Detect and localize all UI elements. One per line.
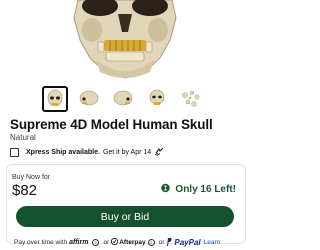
- thumbnail-strip: [42, 86, 242, 114]
- or-text-1: or: [103, 239, 110, 246]
- afterpay-logo: Afterpay: [119, 239, 146, 246]
- thumbnail-3[interactable]: [110, 86, 136, 112]
- affirm-logo: affirm: [69, 239, 89, 246]
- or-text-2: or: [158, 239, 165, 246]
- buy-or-bid-button[interactable]: Buy or Bid: [16, 206, 234, 227]
- delivery-date-text: Get it by Apr 14: [102, 148, 152, 156]
- xpress-ship-row: Xpress Ship available. Get it by Apr 14: [10, 146, 164, 158]
- xpress-ship-checkbox[interactable]: [10, 147, 19, 157]
- paypal-icon: [166, 237, 172, 248]
- product-hero-image[interactable]: [0, 0, 250, 82]
- pay-later-prefix: Pay over time with: [14, 239, 68, 246]
- buy-now-label: Buy Now for: [12, 174, 51, 181]
- afterpay-icon: [111, 237, 119, 247]
- xpress-ship-label: Xpress Ship available.: [26, 148, 100, 156]
- product-title: Supreme 4D Model Human Skull: [10, 117, 213, 132]
- thumbnail-1[interactable]: [42, 86, 68, 112]
- paypal-logo: PayPal: [174, 238, 201, 247]
- hourglass-icon: [161, 183, 171, 196]
- thumbnail-2[interactable]: [76, 86, 102, 112]
- stock-text: Only 16 Left!: [175, 184, 236, 195]
- thumbnail-4[interactable]: [144, 86, 170, 112]
- thumbnail-5[interactable]: [178, 86, 204, 112]
- fast-delivery-icon: [154, 147, 164, 158]
- stock-indicator: Only 16 Left!: [161, 183, 236, 196]
- pay-later-row: Pay over time with affirm i or Afterpay …: [14, 237, 246, 248]
- info-icon[interactable]: i: [92, 239, 100, 246]
- product-brand: Natural: [10, 133, 36, 142]
- info-icon-2[interactable]: i: [147, 239, 155, 246]
- price: $82: [12, 182, 38, 199]
- learn-more-link[interactable]: Learn: [204, 239, 221, 246]
